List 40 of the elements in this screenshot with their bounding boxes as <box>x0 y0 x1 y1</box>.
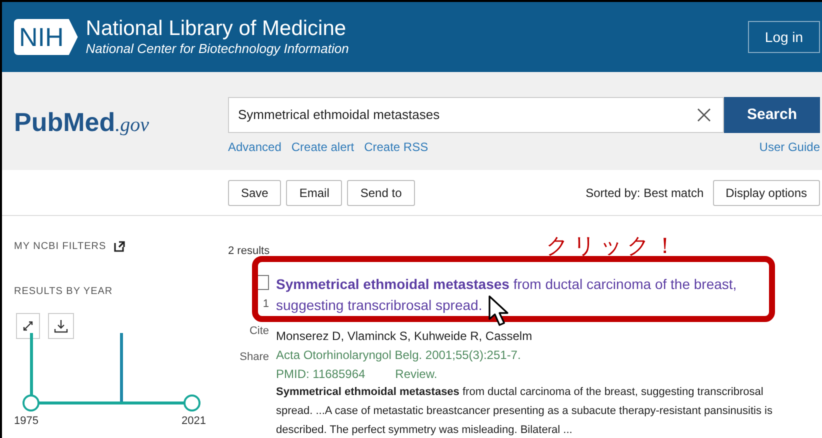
expand-icon <box>23 321 33 331</box>
site-subtitle: National Center for Biotechnology Information <box>86 41 349 57</box>
pubmed-logo: PubMed.gov <box>14 106 150 135</box>
result-snippet: Symmetrical ethmoidal metastases from ductal carcinoma of the breast, suggesting transcribrosal spread. ...A case of metastatic breastcancer presenting as a subacute therapy-resistant pansinusitis is described. The perfect symmetry was misleading. Bilateral ... <box>276 385 774 438</box>
result-pmid: PMID: 11685964 <box>276 366 366 382</box>
toolbar-button[interactable]: Save <box>228 180 282 206</box>
range-handle[interactable] <box>22 394 40 412</box>
expand-button[interactable] <box>16 313 40 339</box>
result-type: Review. <box>395 366 438 382</box>
search-link[interactable]: Create alert <box>291 138 354 156</box>
range-handle[interactable] <box>184 394 200 412</box>
result-action-link[interactable]: Share <box>240 349 269 366</box>
site-title: National Library of Medicine <box>86 17 348 41</box>
result-journal: Acta Otorhinolaryngol Belg. 2001;55(3):251-7. <box>276 347 522 363</box>
result-authors: Monserez D, Vlaminck S, Kuhweide R, Casselm <box>276 328 534 344</box>
toolbar-button[interactable]: Send to <box>347 180 415 206</box>
histogram-bar <box>120 333 123 403</box>
click-annotation: クリック！ <box>546 233 680 261</box>
search-link[interactable]: Advanced <box>228 138 282 156</box>
sort-label: Sorted by: Best match <box>586 184 704 202</box>
cursor-icon <box>488 295 511 327</box>
download-button[interactable] <box>48 313 74 339</box>
nih-logo: NIH <box>14 19 78 55</box>
filters-label: MY NCBI FILTERS <box>14 240 106 254</box>
results-count: 2 results <box>228 245 270 257</box>
display-options-button[interactable]: Display options <box>712 180 820 206</box>
year-label: 1975 <box>14 414 38 429</box>
search-field[interactable]: Symmetrical ethmoidal metastases <box>228 97 724 133</box>
user-guide-link[interactable]: User Guide <box>759 138 820 156</box>
external-link-icon[interactable] <box>114 240 126 252</box>
toolbar-button[interactable]: Email <box>286 180 342 206</box>
result-number: 1 <box>262 297 269 312</box>
search-button[interactable]: Search <box>724 97 820 133</box>
download-icon <box>54 319 68 333</box>
section-label: RESULTS BY YEAR <box>14 285 114 299</box>
login-button[interactable]: Log in <box>748 21 820 53</box>
year-label: 2021 <box>182 414 206 429</box>
result-action-link[interactable]: Cite <box>249 322 269 339</box>
search-link[interactable]: Create RSS <box>364 138 428 156</box>
clear-icon[interactable] <box>697 108 711 122</box>
